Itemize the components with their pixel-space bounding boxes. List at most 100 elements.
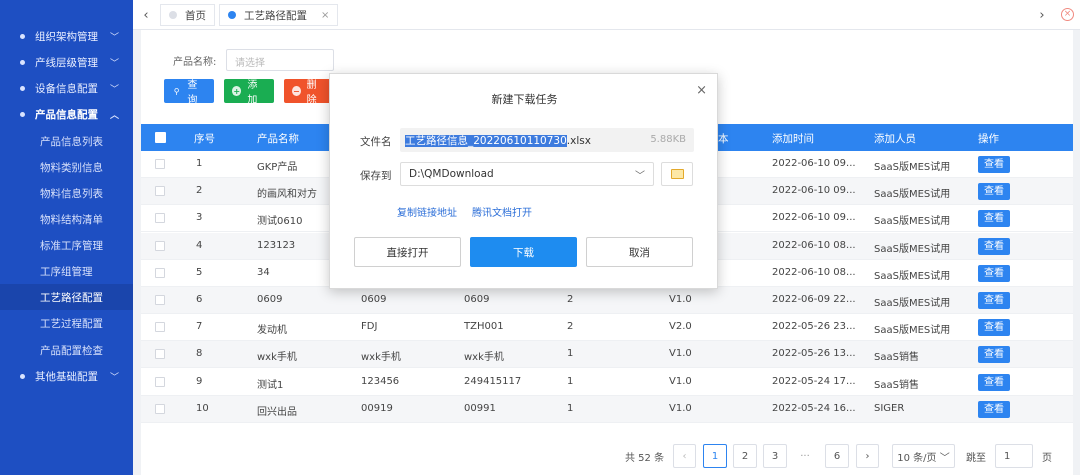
sidebar-item-material-list[interactable]: 物料信息列表 [0, 180, 133, 206]
cell-version: V1.0 [669, 348, 692, 360]
view-button[interactable]: 查看 [978, 346, 1010, 364]
cell-version: V1.0 [669, 402, 692, 414]
sidebar-item-other[interactable]: 其他基础配置 ﹀ [0, 363, 133, 389]
pagination-next-button[interactable]: › [856, 444, 879, 468]
pagination-page-last[interactable]: 6 [825, 444, 849, 468]
sidebar-item-label: 工序组管理 [40, 265, 93, 278]
view-button[interactable]: 查看 [978, 156, 1010, 173]
tab-home[interactable]: 首页 [160, 4, 215, 26]
view-button[interactable]: 查看 [978, 373, 1010, 391]
pagination-page-3[interactable]: 3 [763, 444, 787, 468]
row-checkbox[interactable] [155, 186, 165, 197]
cell-seq: 10 [196, 402, 209, 414]
row-checkbox[interactable] [155, 213, 165, 224]
view-button[interactable]: 查看 [978, 400, 1010, 418]
cell-code: FDJ [361, 321, 378, 333]
cell-seq: 2 [196, 185, 203, 197]
cell-code: wxk手机 [361, 352, 401, 364]
select-all-checkbox[interactable] [155, 132, 166, 143]
pagination-ellipsis[interactable]: ··· [793, 444, 817, 468]
pagination-prev-button[interactable]: ‹ [673, 444, 696, 468]
open-directly-button[interactable]: 直接打开 [354, 237, 461, 267]
cell-time: 2022-06-10 09... [772, 158, 856, 169]
cell-route: 249415117 [464, 375, 522, 387]
sidebar-item-product-list[interactable]: 产品信息列表 [0, 128, 133, 154]
delete-button[interactable]: − 删除 [284, 79, 332, 106]
close-icon[interactable]: × [321, 10, 329, 21]
cell-version: V1.0 [669, 375, 692, 387]
view-button[interactable]: 查看 [978, 264, 1010, 282]
copy-link-button[interactable]: 复制链接地址 [397, 204, 457, 219]
cell-user: SIGER [874, 402, 905, 414]
sidebar-item-standard-process[interactable]: 标准工序管理 [0, 232, 133, 258]
view-button[interactable]: 查看 [978, 210, 1010, 228]
bullet-icon [20, 59, 25, 65]
search-icon: ⚲ [173, 86, 180, 96]
view-button[interactable]: 查看 [978, 183, 1010, 201]
sidebar-item-material-category[interactable]: 物料类别信息 [0, 154, 133, 180]
row-checkbox[interactable] [155, 376, 165, 387]
header-seq: 序号 [194, 133, 215, 145]
cell-seq: 5 [196, 266, 203, 278]
view-button[interactable]: 查看 [978, 237, 1010, 255]
page-suffix: 页 [1042, 453, 1052, 464]
chevron-up-icon: ︿ [109, 111, 119, 121]
browse-folder-button[interactable] [661, 162, 693, 186]
sidebar-item-equipment[interactable]: 设备信息配置 ﹀ [0, 75, 133, 101]
row-checkbox[interactable] [155, 159, 165, 169]
sidebar-item-route-config[interactable]: 工艺路径配置 [0, 284, 133, 310]
sidebar-item-bom[interactable]: 物料结构清单 [0, 206, 133, 232]
bullet-icon [20, 33, 25, 39]
cell-name: 的画风和对方 [257, 189, 317, 201]
sidebar-item-label: 产品配置检查 [40, 344, 103, 357]
cell-time: 2022-05-24 16... [772, 402, 856, 414]
query-label: 查询 [187, 80, 198, 106]
plus-icon: + [232, 86, 242, 96]
pagination-page-1[interactable]: 1 [703, 444, 727, 468]
query-button[interactable]: ⚲ 查询 [164, 79, 214, 106]
save-location-select[interactable]: D:\QMDownload ﹀ [400, 162, 654, 186]
sidebar-item-org[interactable]: 组织架构管理 ﹀ [0, 23, 133, 49]
tab-prev-icon[interactable]: ‹ [135, 0, 157, 30]
sidebar-item-product-config[interactable]: 产品信息配置 ︿ [0, 101, 133, 127]
sidebar-item-config-check[interactable]: 产品配置检查 [0, 337, 133, 363]
sidebar-item-label: 产品信息配置 [35, 108, 98, 121]
tab-route-config[interactable]: 工艺路径配置 × [219, 4, 339, 26]
add-label: 添加 [247, 80, 258, 106]
sidebar-item-process-config[interactable]: 工艺过程配置 [0, 310, 133, 336]
cell-user: SaaS版MES试用 [874, 162, 951, 173]
cell-time: 2022-06-10 09... [772, 212, 856, 224]
cell-user: SaaS销售 [874, 352, 919, 364]
header-version: 本 [718, 133, 729, 145]
cell-time: 2022-05-26 23... [772, 321, 856, 333]
close-all-icon[interactable]: × [1061, 8, 1074, 21]
sidebar-item-line-level[interactable]: 产线层级管理 ﹀ [0, 49, 133, 75]
row-checkbox[interactable] [155, 403, 165, 414]
open-tencent-doc-button[interactable]: 腾讯文档打开 [472, 204, 532, 219]
cancel-button[interactable]: 取消 [586, 237, 693, 267]
sidebar-item-process-group[interactable]: 工序组管理 [0, 258, 133, 284]
pagination-page-2[interactable]: 2 [733, 444, 757, 468]
product-name-select[interactable]: 请选择 [226, 49, 334, 71]
download-button[interactable]: 下载 [470, 237, 577, 267]
view-button[interactable]: 查看 [978, 292, 1010, 309]
filename-label: 文件名 [360, 136, 392, 148]
goto-page-input[interactable]: 1 [995, 444, 1033, 468]
view-button[interactable]: 查看 [978, 319, 1010, 337]
cell-code: 00919 [361, 402, 393, 414]
row-checkbox[interactable] [155, 322, 165, 333]
tab-next-icon[interactable]: › [1031, 0, 1053, 30]
close-icon[interactable]: × [696, 83, 707, 98]
bullet-icon [20, 373, 25, 379]
table-row: 10 回兴出品 00919 00991 1 V1.0 2022-05-24 16... SIG… [141, 395, 1073, 423]
table-row: 8 wxk手机 wxk手机 wxk手机 1 V1.0 2022-05-26 13... Saa… [141, 341, 1073, 369]
filename-field[interactable]: 工艺路径信息_20220610110730.xlsx 5.88KB [400, 128, 694, 152]
page-size-select[interactable]: 10 条/页 ﹀ [892, 444, 955, 468]
row-checkbox[interactable] [155, 267, 165, 278]
sidebar-item-label: 标准工序管理 [40, 239, 103, 252]
row-checkbox[interactable] [155, 240, 165, 251]
row-checkbox[interactable] [155, 349, 165, 360]
add-button[interactable]: + 添加 [224, 79, 274, 106]
cell-user: SaaS版MES试用 [874, 325, 951, 337]
row-checkbox[interactable] [155, 295, 165, 305]
